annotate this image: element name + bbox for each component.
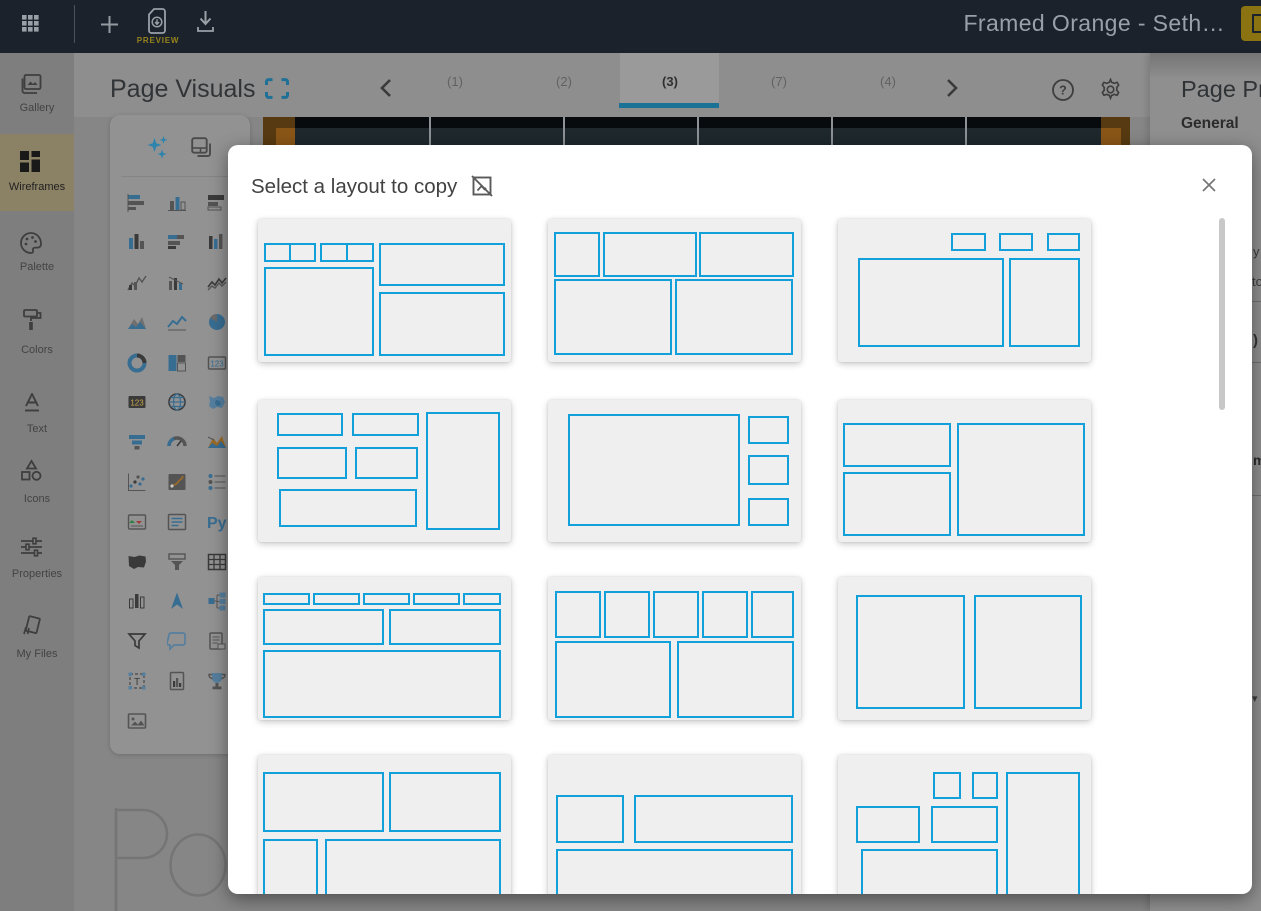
svg-text:123: 123 <box>210 359 224 368</box>
svg-text:123: 123 <box>130 399 144 408</box>
svg-text:?: ? <box>1059 84 1067 98</box>
svg-text:Py: Py <box>207 515 227 532</box>
svg-text:T: T <box>134 677 140 688</box>
